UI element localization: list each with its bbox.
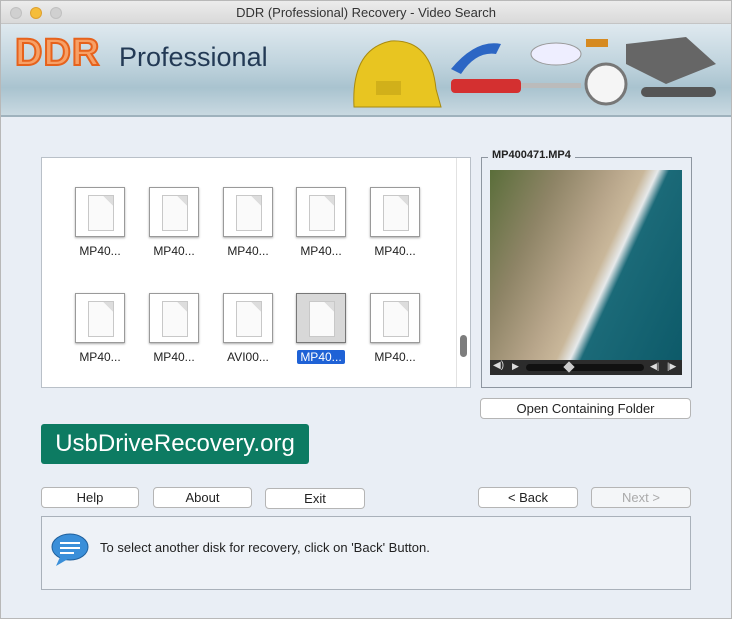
exit-button[interactable]: Exit	[265, 488, 365, 509]
file-item[interactable]: AVI00...	[218, 293, 278, 366]
window-title: DDR (Professional) Recovery - Video Sear…	[236, 5, 496, 20]
file-icon	[223, 187, 273, 237]
speech-bubble-icon	[51, 533, 89, 566]
site-logo[interactable]: UsbDriveRecovery.org	[41, 424, 309, 464]
play-icon[interactable]: ▶	[512, 361, 519, 372]
step-back-icon[interactable]: ◀|	[650, 361, 659, 372]
file-label: MP40...	[79, 350, 121, 364]
file-item[interactable]: MP40...	[291, 187, 351, 260]
tools-illustration-icon	[353, 37, 716, 108]
next-button[interactable]: Next >	[591, 487, 691, 508]
seek-thumb[interactable]	[562, 361, 575, 373]
file-item[interactable]: MP40...	[365, 293, 425, 366]
file-icon	[149, 187, 199, 237]
file-label: MP40...	[374, 350, 416, 364]
volume-icon[interactable]: ◀)	[493, 360, 504, 371]
file-icon	[75, 187, 125, 237]
zoom-window-button[interactable]	[50, 7, 62, 19]
file-label: AVI00...	[227, 350, 269, 364]
file-label: MP40...	[297, 350, 345, 364]
header-banner: DDR Professional	[1, 24, 731, 117]
file-label: MP40...	[153, 350, 195, 364]
file-item[interactable]: MP40...	[144, 187, 204, 260]
brand-logo: DDR	[14, 31, 101, 75]
video-preview-image	[490, 170, 682, 360]
preview-filename: MP400471.MP4	[488, 149, 575, 161]
file-item[interactable]: MP40...	[144, 293, 204, 366]
file-icon	[223, 293, 273, 343]
file-label: MP40...	[374, 244, 416, 258]
step-forward-icon[interactable]: |▶	[667, 361, 676, 372]
file-item[interactable]: MP40...	[218, 187, 278, 260]
file-item[interactable]: MP40...	[291, 293, 351, 366]
file-item[interactable]: MP40...	[365, 187, 425, 260]
file-item[interactable]: MP40...	[70, 293, 130, 366]
status-message: To select another disk for recovery, cli…	[100, 540, 430, 555]
file-item[interactable]: MP40...	[70, 187, 130, 260]
file-icon	[370, 187, 420, 237]
message-box: To select another disk for recovery, cli…	[41, 516, 691, 590]
back-button[interactable]: < Back	[478, 487, 578, 508]
about-button[interactable]: About	[153, 487, 252, 508]
file-icon	[370, 293, 420, 343]
file-icon	[296, 187, 346, 237]
help-button[interactable]: Help	[41, 487, 139, 508]
video-controls: ◀) ▶ ◀| |▶	[490, 360, 682, 375]
app-window: DDR (Professional) Recovery - Video Sear…	[0, 0, 732, 619]
file-icon	[149, 293, 199, 343]
file-icon	[296, 293, 346, 343]
file-icon	[75, 293, 125, 343]
title-bar: DDR (Professional) Recovery - Video Sear…	[1, 1, 731, 24]
file-grid-panel: MP40... MP40... MP40... MP40... MP40... MP40.…	[41, 157, 471, 388]
file-label: MP40...	[300, 244, 342, 258]
open-containing-folder-button[interactable]: Open Containing Folder	[480, 398, 691, 419]
minimize-window-button[interactable]	[30, 7, 42, 19]
file-label: MP40...	[79, 244, 121, 258]
close-window-button[interactable]	[10, 7, 22, 19]
file-label: MP40...	[153, 244, 195, 258]
product-name: Professional	[119, 42, 268, 72]
grid-scrollbar-thumb[interactable]	[460, 335, 467, 357]
file-label: MP40...	[227, 244, 269, 258]
seek-bar[interactable]	[526, 361, 644, 373]
preview-frame: MP400471.MP4 ◀) ▶ ◀| |▶	[481, 149, 692, 388]
